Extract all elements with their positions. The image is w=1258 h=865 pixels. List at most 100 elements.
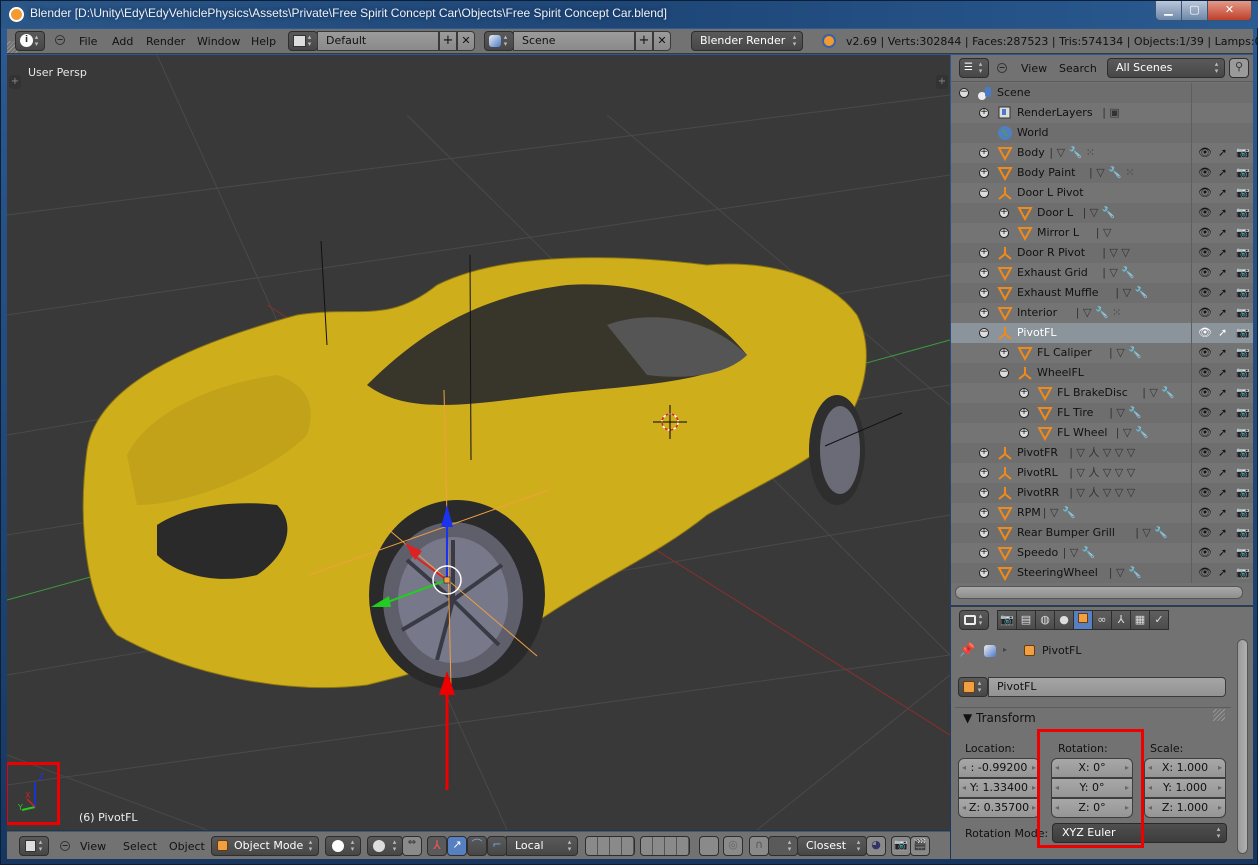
outliner-child-icons[interactable]: | ▣ [1102,103,1120,123]
outliner-item-name[interactable]: Exhaust Muffle [1017,283,1099,303]
outliner-child-icons[interactable]: | ▽ 🔧 [1115,283,1148,303]
editor-type-button[interactable]: i ▴ ▾ [15,31,45,51]
selectability-cursor-icon[interactable]: ➚ [1218,323,1227,343]
mode-dropdown[interactable]: Object Mode ▴ ▾ [211,836,319,856]
tab-object-data[interactable]: ⅄ [1111,610,1131,630]
outliner-child-icons[interactable]: | ▽ [1096,223,1112,243]
properties-shelf-toggle[interactable]: + [936,75,948,89]
outliner-row[interactable]: + Door L | ▽ 🔧 👁 ➚ 📷 [951,203,1253,223]
outliner-row[interactable]: + FL Wheel | ▽ 🔧 👁 ➚ 📷 [951,423,1253,443]
opengl-render-image-button[interactable]: 📷 [891,836,911,856]
selectability-cursor-icon[interactable]: ➚ [1218,423,1227,443]
outliner-item-name[interactable]: Rear Bumper Grill [1017,523,1115,543]
scene-selector[interactable]: ▴ ▾ [484,31,514,51]
outliner-row[interactable]: + Exhaust Grid | ▽ 🔧 👁 ➚ 📷 [951,263,1253,283]
selectability-cursor-icon[interactable]: ➚ [1218,363,1227,383]
outliner-item-name[interactable]: Body [1017,143,1045,163]
visibility-eye-icon[interactable]: 👁 [1198,503,1212,523]
snap-toggle-button[interactable]: ∩ [749,836,769,856]
renderability-camera-icon[interactable]: 📷 [1236,423,1250,443]
menu-view[interactable]: View [80,840,106,853]
renderability-camera-icon[interactable]: 📷 [1236,263,1250,283]
outliner-menu-view[interactable]: View [1021,62,1047,75]
tab-texture[interactable]: ▦ [1130,610,1150,630]
search-icon[interactable]: ⚲ [1229,58,1249,78]
object-browse-button[interactable]: ▴ ▾ [958,677,988,697]
translate-manipulator-button[interactable]: ↗ [447,836,467,856]
collapse-icon[interactable]: − [979,188,989,198]
menu-help[interactable]: Help [251,35,276,48]
outliner-row[interactable]: + FL Tire | ▽ 🔧 👁 ➚ 📷 [951,403,1253,423]
display-mode-dropdown[interactable]: All Scenes ▴ ▾ [1107,58,1225,78]
outliner-child-icons[interactable]: | ▽ 🔧 [1109,403,1142,423]
visibility-eye-icon[interactable]: 👁 [1198,143,1212,163]
renderability-camera-icon[interactable]: 📷 [1236,443,1250,463]
3d-viewport[interactable]: Z X Y User Persp + + (6) PivotFL [7,55,950,830]
outliner-item-name[interactable]: WheelFL [1037,363,1084,383]
outliner-row[interactable]: − Door L Pivot 👁 ➚ 📷 [951,183,1253,203]
outliner-child-icons[interactable]: | ▽ 🔧 [1102,263,1135,283]
outliner-item-name[interactable]: RPM [1017,503,1041,523]
transform-orientation-dropdown[interactable]: Local ▴ ▾ [506,836,578,856]
selectability-cursor-icon[interactable]: ➚ [1218,343,1227,363]
collapse-icon[interactable]: − [999,368,1009,378]
outliner-child-icons[interactable]: | ▽ 🔧 [1142,383,1175,403]
renderability-camera-icon[interactable]: 📷 [1236,563,1250,583]
outliner-child-icons[interactable]: | ▽ 🔧 [1135,523,1168,543]
outliner-row[interactable]: + Body | ▽ 🔧 ⁙ 👁 ➚ 📷 [951,143,1253,163]
menu-window[interactable]: Window [197,35,240,48]
expand-icon[interactable]: + [1019,428,1029,438]
renderability-camera-icon[interactable]: 📷 [1236,343,1250,363]
renderability-camera-icon[interactable]: 📷 [1236,523,1250,543]
expand-icon[interactable]: + [979,148,989,158]
location-z-field[interactable]: ◂ Z: 0.35700 ▸ [958,798,1040,818]
render-engine-dropdown[interactable]: Blender Render ▴ ▾ [691,31,803,51]
outliner-child-icons[interactable]: | ▽ 人 ▽ ▽ ▽ [1069,483,1135,503]
tab-physics[interactable]: ✓ [1149,610,1169,630]
expand-icon[interactable]: + [999,228,1009,238]
renderability-camera-icon[interactable]: 📷 [1236,323,1250,343]
outliner-child-icons[interactable]: | ▽ 🔧 [1109,343,1142,363]
outliner-item-name[interactable]: Door R Pivot [1017,243,1085,263]
outliner-child-icons[interactable]: | ▽ 🔧 [1063,543,1096,563]
expand-icon[interactable]: + [979,168,989,178]
outliner-item-name[interactable]: Body Paint [1017,163,1076,183]
snap-target-dropdown[interactable]: Closest ▴ ▾ [797,836,867,856]
expand-icon[interactable]: + [979,288,989,298]
visibility-eye-icon[interactable]: 👁 [1198,543,1212,563]
selectability-cursor-icon[interactable]: ➚ [1218,203,1227,223]
visibility-eye-icon[interactable]: 👁 [1198,563,1212,583]
selectability-cursor-icon[interactable]: ➚ [1218,503,1227,523]
outliner-row[interactable]: + FL BrakeDisc | ▽ 🔧 👁 ➚ 📷 [951,383,1253,403]
visibility-eye-icon[interactable]: 👁 [1198,383,1212,403]
scale-x-field[interactable]: ◂ X: 1.000 ▸ [1144,758,1226,778]
delete-layout-button[interactable]: ✕ [457,31,475,51]
outliner-item-name[interactable]: Door L Pivot [1017,183,1084,203]
selectability-cursor-icon[interactable]: ➚ [1218,403,1227,423]
renderability-camera-icon[interactable]: 📷 [1236,183,1250,203]
renderability-camera-icon[interactable]: 📷 [1236,223,1250,243]
add-layout-button[interactable]: + [439,31,457,51]
selectability-cursor-icon[interactable]: ➚ [1218,463,1227,483]
expand-icon[interactable]: + [999,208,1009,218]
selectability-cursor-icon[interactable]: ➚ [1218,243,1227,263]
expand-icon[interactable]: + [979,268,989,278]
outliner-row[interactable]: + Exhaust Muffle | ▽ 🔧 👁 ➚ 📷 [951,283,1253,303]
visibility-eye-icon[interactable]: 👁 [1198,303,1212,323]
selectability-cursor-icon[interactable]: ➚ [1218,183,1227,203]
outliner-item-name[interactable]: FL Caliper [1037,343,1092,363]
renderability-camera-icon[interactable]: 📷 [1236,463,1250,483]
outliner-child-icons[interactable]: | ▽ 人 ▽ ▽ ▽ [1069,463,1135,483]
renderability-camera-icon[interactable]: 📷 [1236,243,1250,263]
properties-scrollbar[interactable] [1237,639,1248,854]
visibility-eye-icon[interactable]: 👁 [1198,203,1212,223]
renderability-camera-icon[interactable]: 📷 [1236,503,1250,523]
selectability-cursor-icon[interactable]: ➚ [1218,383,1227,403]
scale-manipulator-button[interactable]: ⌐ [487,836,507,856]
renderability-camera-icon[interactable]: 📷 [1236,203,1250,223]
scene-name[interactable]: Scene [513,31,635,51]
renderability-camera-icon[interactable]: 📷 [1236,163,1250,183]
transform-panel-header[interactable]: ▼ Transform [963,711,1036,725]
outliner-item-name[interactable]: SteeringWheel [1017,563,1098,583]
visibility-eye-icon[interactable]: 👁 [1198,323,1212,343]
